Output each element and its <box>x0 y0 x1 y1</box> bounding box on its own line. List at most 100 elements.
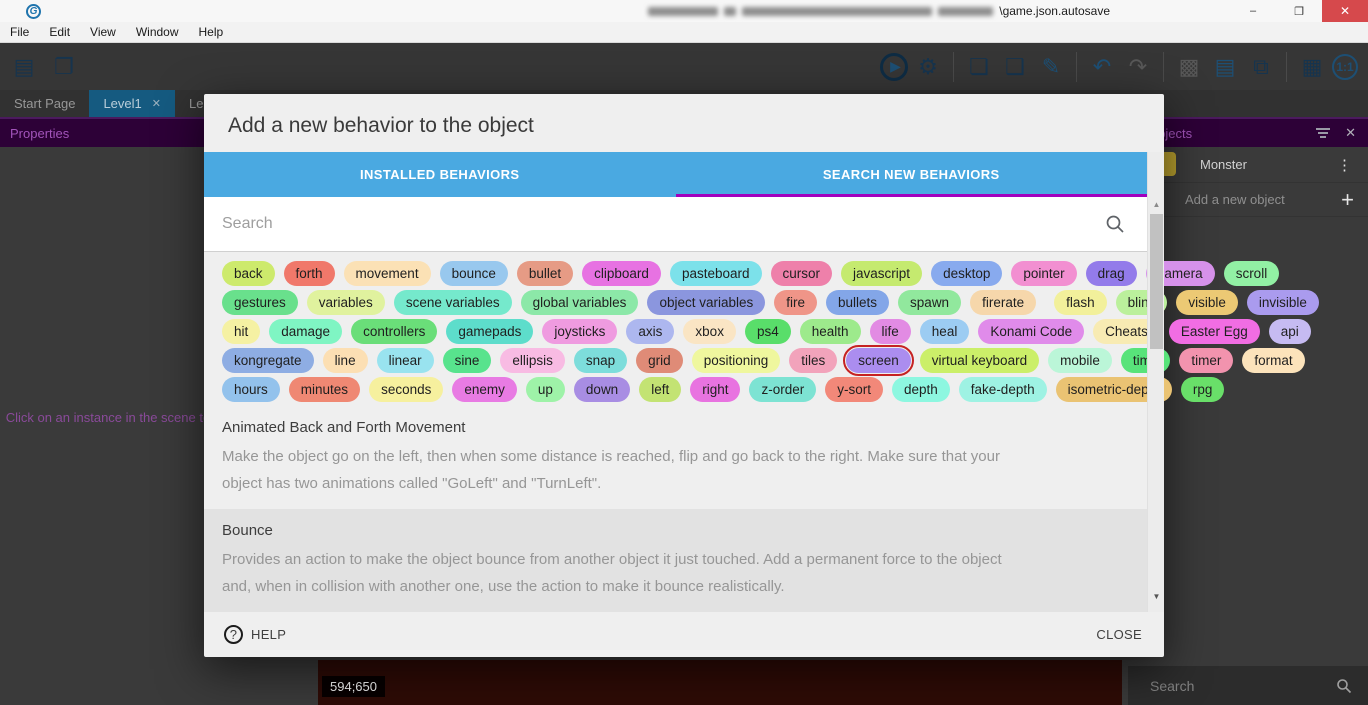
close-window-button[interactable]: ✕ <box>1322 0 1368 22</box>
tag-chip-flash[interactable]: flash <box>1054 290 1107 315</box>
tag-chip-Konami-Code[interactable]: Konami Code <box>978 319 1084 344</box>
open-objects-groups-icon[interactable]: ❑ <box>999 51 1031 83</box>
tag-chip-seconds[interactable]: seconds <box>369 377 443 402</box>
tag-chip-desktop[interactable]: desktop <box>931 261 1002 286</box>
undo-icon[interactable]: ↶ <box>1086 51 1118 83</box>
debug-icon[interactable]: ⚙ <box>912 51 944 83</box>
play-preview-icon[interactable]: ▶ <box>880 53 908 81</box>
tag-chip-hit[interactable]: hit <box>222 319 260 344</box>
edit-properties-icon[interactable]: ✎ <box>1035 51 1067 83</box>
tag-chip-linear[interactable]: linear <box>377 348 434 373</box>
tag-chip-bullets[interactable]: bullets <box>826 290 889 315</box>
tag-chip-clipboard[interactable]: clipboard <box>582 261 661 286</box>
redo-icon[interactable]: ↷ <box>1122 51 1154 83</box>
tag-chip-forth[interactable]: forth <box>284 261 335 286</box>
scene-editor-icon[interactable]: ▤ <box>8 51 40 83</box>
menu-file[interactable]: File <box>0 22 39 43</box>
tab-search-new-behaviors[interactable]: SEARCH NEW BEHAVIORS <box>676 152 1148 197</box>
tag-chip-pointer[interactable]: pointer <box>1011 261 1076 286</box>
tag-chip-pasteboard[interactable]: pasteboard <box>670 261 762 286</box>
tag-chip-scroll[interactable]: scroll <box>1224 261 1280 286</box>
scroll-up-icon[interactable]: ▲ <box>1148 200 1165 209</box>
tag-chip-global-variables[interactable]: global variables <box>521 290 639 315</box>
tag-chip-virtual-keyboard[interactable]: virtual keyboard <box>920 348 1039 373</box>
behavior-item-bounce[interactable]: BounceProvides an action to make the obj… <box>204 509 1147 612</box>
menu-view[interactable]: View <box>80 22 126 43</box>
tag-chip-scene-variables[interactable]: scene variables <box>394 290 512 315</box>
tab-installed-behaviors[interactable]: INSTALLED BEHAVIORS <box>204 152 676 197</box>
tag-chip-gamepads[interactable]: gamepads <box>446 319 533 344</box>
tag-chip-mobile[interactable]: mobile <box>1048 348 1112 373</box>
tag-chip-line[interactable]: line <box>323 348 368 373</box>
zoom-original-icon[interactable]: 1:1 <box>1332 54 1358 80</box>
scene-canvas[interactable]: 594;650 <box>318 660 1122 705</box>
tag-chip-ps4[interactable]: ps4 <box>745 319 791 344</box>
tag-chip-y-sort[interactable]: y-sort <box>825 377 883 402</box>
tag-chip-variables[interactable]: variables <box>307 290 385 315</box>
dialog-scrollbar[interactable]: ▲ ▼ <box>1147 152 1164 612</box>
tag-chip-Easter-Egg[interactable]: Easter Egg <box>1169 319 1260 344</box>
tag-chip-firerate[interactable]: firerate <box>970 290 1036 315</box>
behavior-search-input[interactable] <box>222 215 1105 233</box>
tag-chip-screen[interactable]: screen <box>846 348 911 373</box>
tag-chip-fire[interactable]: fire <box>774 290 817 315</box>
minimize-button[interactable]: – <box>1230 0 1276 22</box>
behavior-item-animated-back-and-forth-movement[interactable]: Animated Back and Forth MovementMake the… <box>204 406 1164 509</box>
tag-chip-snap[interactable]: snap <box>574 348 627 373</box>
close-panel-icon[interactable]: ✕ <box>1345 125 1356 141</box>
scrollbar-thumb[interactable] <box>1150 214 1163 349</box>
tag-chip-drag[interactable]: drag <box>1086 261 1137 286</box>
tag-chip-joysticks[interactable]: joysticks <box>542 319 617 344</box>
preview-window-icon[interactable]: ❐ <box>48 51 80 83</box>
tag-chip-rpg[interactable]: rpg <box>1181 377 1225 402</box>
open-objects-editor-icon[interactable]: ❏ <box>963 51 995 83</box>
toggle-grid-icon[interactable]: ▦ <box>1296 51 1328 83</box>
tag-chip-format[interactable]: format <box>1242 348 1304 373</box>
tag-chip-ellipsis[interactable]: ellipsis <box>500 348 565 373</box>
tag-chip-axis[interactable]: axis <box>626 319 674 344</box>
object-menu-icon[interactable]: ⋮ <box>1337 156 1352 174</box>
tag-chip-minutes[interactable]: minutes <box>289 377 360 402</box>
tag-chip-bounce[interactable]: bounce <box>440 261 508 286</box>
tag-chip-gestures[interactable]: gestures <box>222 290 298 315</box>
tag-chip-invisible[interactable]: invisible <box>1247 290 1319 315</box>
object-row-monster[interactable]: Monster ⋮ <box>1128 147 1368 183</box>
tag-chip-right[interactable]: right <box>690 377 740 402</box>
tag-chip-javascript[interactable]: javascript <box>841 261 922 286</box>
tag-chip-api[interactable]: api <box>1269 319 1311 344</box>
tag-chip-object-variables[interactable]: object variables <box>647 290 765 315</box>
tag-chip-xbox[interactable]: xbox <box>683 319 736 344</box>
tag-chip-life[interactable]: life <box>870 319 911 344</box>
tag-chip-spawn[interactable]: spawn <box>898 290 961 315</box>
tag-chip-grid[interactable]: grid <box>636 348 683 373</box>
scroll-down-icon[interactable]: ▼ <box>1148 592 1165 601</box>
tag-chip-hours[interactable]: hours <box>222 377 280 402</box>
tag-chip-depth[interactable]: depth <box>892 377 950 402</box>
close-dialog-button[interactable]: CLOSE <box>1096 627 1142 642</box>
tag-chip-cursor[interactable]: cursor <box>771 261 833 286</box>
tag-chip-enemy[interactable]: enemy <box>452 377 517 402</box>
help-button[interactable]: ? HELP <box>224 625 286 644</box>
tag-chip-z-order[interactable]: z-order <box>749 377 816 402</box>
menu-help[interactable]: Help <box>189 22 234 43</box>
tag-chip-up[interactable]: up <box>526 377 565 402</box>
tag-chip-timer[interactable]: timer <box>1179 348 1233 373</box>
tag-chip-damage[interactable]: damage <box>269 319 342 344</box>
restore-button[interactable]: ❐ <box>1276 0 1322 22</box>
tag-chip-sine[interactable]: sine <box>443 348 492 373</box>
tag-chip-positioning[interactable]: positioning <box>692 348 781 373</box>
layers-icon[interactable]: ⧉ <box>1245 51 1277 83</box>
tab-level1[interactable]: Level1 ✕ <box>89 90 175 117</box>
tag-chip-down[interactable]: down <box>574 377 630 402</box>
tag-chip-tiles[interactable]: tiles <box>789 348 837 373</box>
instances-list-icon[interactable]: ▤ <box>1209 51 1241 83</box>
tag-chip-visible[interactable]: visible <box>1176 290 1238 315</box>
tag-chip-left[interactable]: left <box>639 377 681 402</box>
close-tab-icon[interactable]: ✕ <box>152 97 161 110</box>
tag-chip-controllers[interactable]: controllers <box>351 319 437 344</box>
menu-window[interactable]: Window <box>126 22 189 43</box>
tag-chip-health[interactable]: health <box>800 319 861 344</box>
tag-chip-kongregate[interactable]: kongregate <box>222 348 314 373</box>
tag-chip-bullet[interactable]: bullet <box>517 261 573 286</box>
tag-chip-movement[interactable]: movement <box>344 261 431 286</box>
